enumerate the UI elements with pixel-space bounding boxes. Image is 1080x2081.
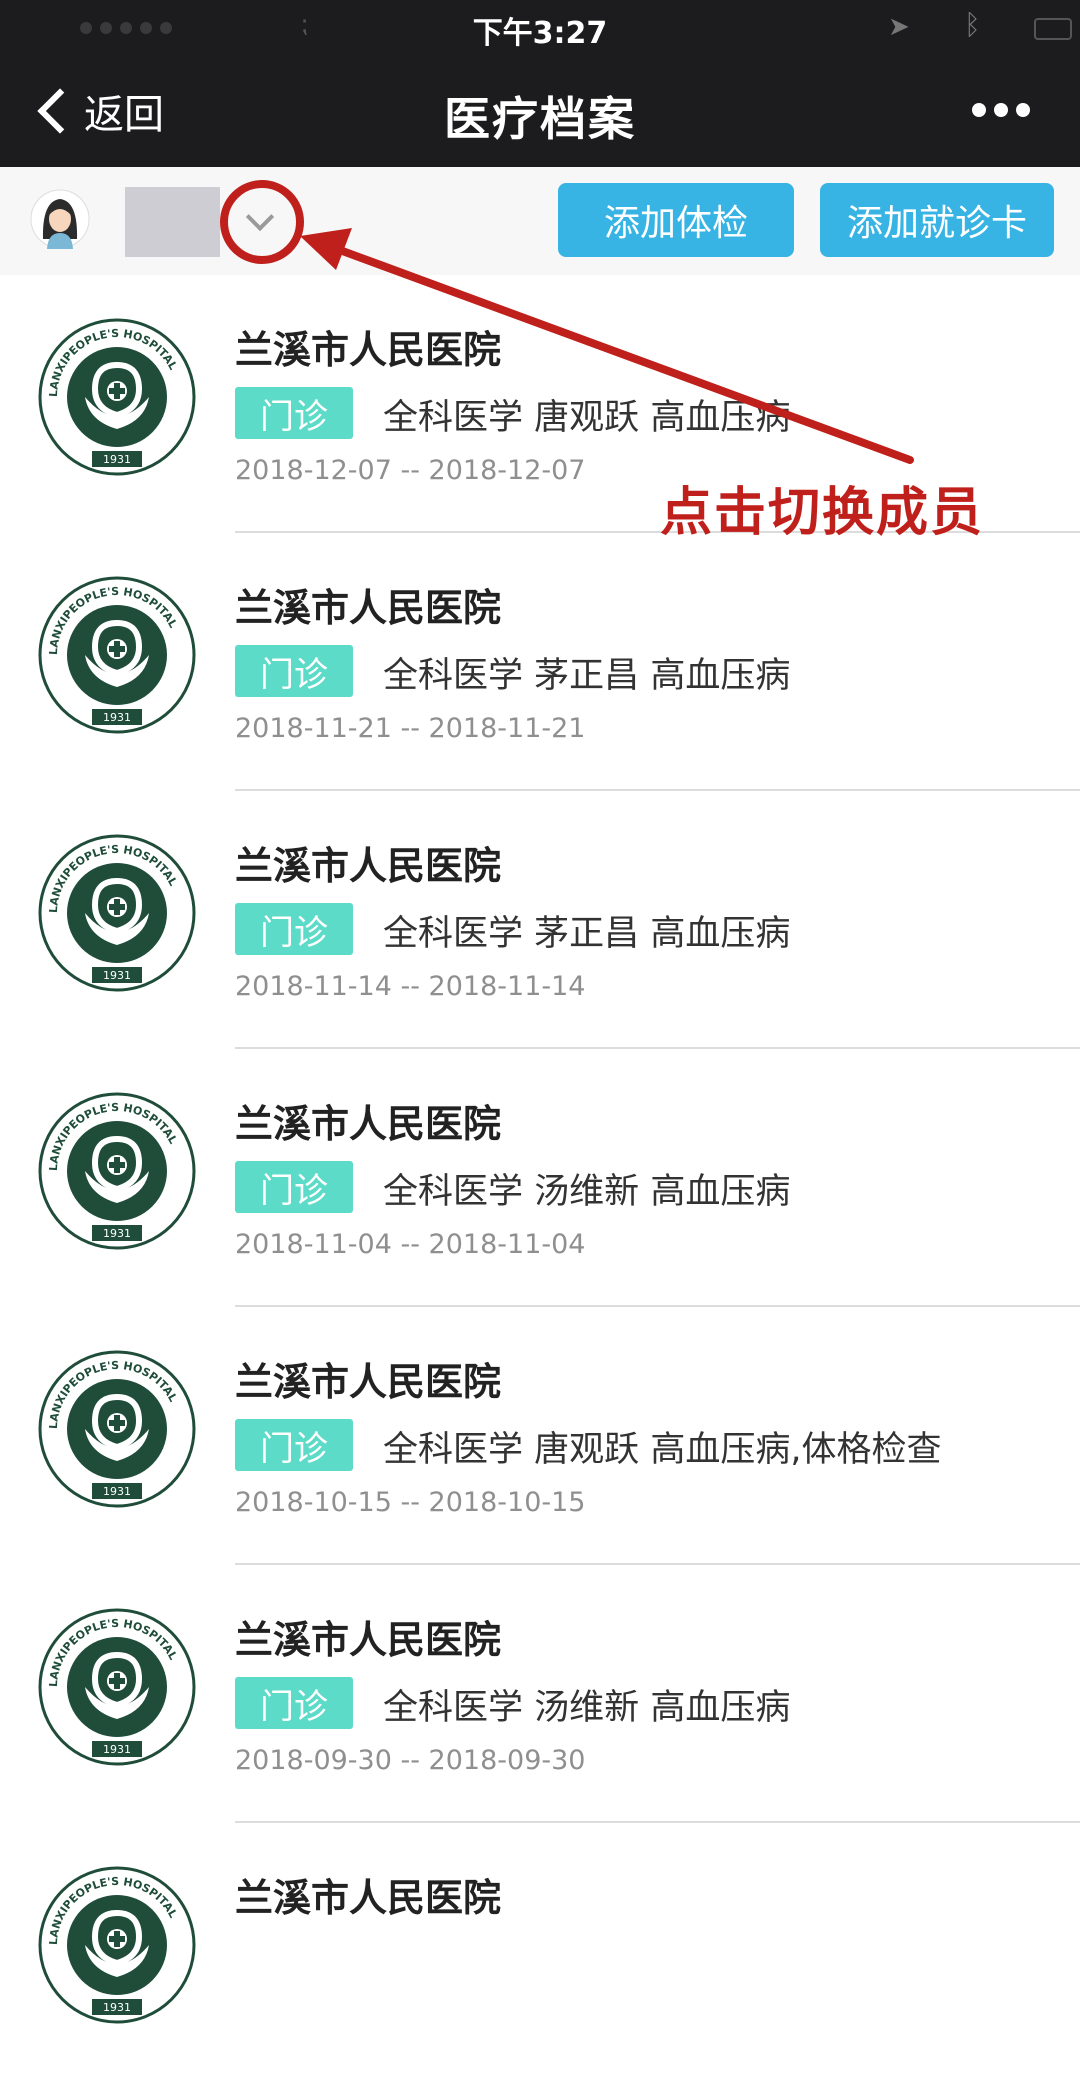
logo-year: 1931 — [103, 1227, 131, 1240]
list-item[interactable]: LANXIPEOPLE'S HOSPITAL 1931 兰溪市人民医院 门诊 全… — [0, 1049, 1080, 1307]
diagnosis: 高血压病 — [650, 1688, 791, 1728]
logo-year: 1931 — [103, 2001, 131, 2014]
member-dropdown-button[interactable] — [225, 187, 295, 257]
add-exam-button[interactable]: 添加体检 — [558, 183, 794, 257]
record-type-tag: 门诊 — [235, 1677, 353, 1729]
department: 全科医学 — [383, 1172, 524, 1212]
logo-year: 1931 — [103, 1743, 131, 1756]
chevron-down-icon — [245, 202, 275, 232]
logo-year: 1931 — [103, 969, 131, 982]
hospital-logo-icon: LANXIPEOPLE'S HOSPITAL 1931 — [37, 1607, 197, 1771]
logo-year: 1931 — [103, 453, 131, 466]
list-item[interactable]: LANXIPEOPLE'S HOSPITAL 1931 兰溪市人民医院 门诊 全… — [0, 1307, 1080, 1565]
record-info: 全科医学 茅正昌 高血压病 — [383, 905, 790, 956]
status-time: 下午3:27 — [472, 16, 608, 51]
record-type-tag: 门诊 — [235, 1419, 353, 1471]
record-type-tag: 门诊 — [235, 1161, 353, 1213]
avatar[interactable] — [30, 189, 90, 253]
record-date: 2018-12-07 -- 2018-12-07 — [235, 455, 586, 486]
record-date: 2018-11-21 -- 2018-11-21 — [235, 713, 586, 744]
hospital-name: 兰溪市人民医院 — [235, 1876, 502, 1920]
diagnosis: 高血压病 — [650, 1172, 791, 1212]
diagnosis: 高血压病 — [650, 398, 791, 438]
department: 全科医学 — [383, 1430, 524, 1470]
logo-year: 1931 — [103, 1485, 131, 1498]
record-info: 全科医学 茅正昌 高血压病 — [383, 647, 790, 698]
list-item[interactable]: LANXIPEOPLE'S HOSPITAL 1931 兰溪市人民医院 门诊 全… — [0, 1565, 1080, 1823]
record-type-tag: 门诊 — [235, 387, 353, 439]
record-info: 全科医学 唐观跃 高血压病 — [383, 389, 790, 440]
doctor: 茅正昌 — [534, 914, 640, 954]
diagnosis: 高血压病,体格检查 — [650, 1430, 942, 1470]
annotation-text: 点击切换成员 — [660, 483, 985, 543]
page-title: 医疗档案 — [444, 92, 636, 146]
bluetooth-icon: ᛒ — [964, 8, 981, 41]
navigation-bar: 返回 医疗档案 — [0, 55, 1080, 167]
record-date: 2018-11-04 -- 2018-11-04 — [235, 1229, 586, 1260]
member-selector-bar: 添加体检 添加就诊卡 — [0, 167, 1080, 277]
add-card-button[interactable]: 添加就诊卡 — [820, 183, 1054, 257]
status-bar: ⁏ 下午3:27 ➤ ᛒ — [0, 0, 1080, 55]
record-date: 2018-10-15 -- 2018-10-15 — [235, 1487, 586, 1518]
member-name-field[interactable] — [125, 187, 220, 257]
doctor: 汤维新 — [534, 1688, 640, 1728]
doctor: 唐观跃 — [534, 1430, 640, 1470]
doctor: 茅正昌 — [534, 656, 640, 696]
department: 全科医学 — [383, 398, 524, 438]
hospital-logo-icon: LANXIPEOPLE'S HOSPITAL 1931 — [37, 575, 197, 739]
location-icon: ➤ — [888, 12, 910, 42]
hospital-name: 兰溪市人民医院 — [235, 328, 502, 372]
record-info: 全科医学 汤维新 高血压病 — [383, 1163, 790, 1214]
logo-year: 1931 — [103, 711, 131, 724]
department: 全科医学 — [383, 914, 524, 954]
hospital-name: 兰溪市人民医院 — [235, 1102, 502, 1146]
diagnosis: 高血压病 — [650, 656, 791, 696]
hospital-name: 兰溪市人民医院 — [235, 1360, 502, 1404]
diagnosis: 高血压病 — [650, 914, 791, 954]
hospital-logo-icon: LANXIPEOPLE'S HOSPITAL 1931 — [37, 1091, 197, 1255]
doctor: 汤维新 — [534, 1172, 640, 1212]
record-info: 全科医学 唐观跃 高血压病,体格检查 — [383, 1421, 941, 1472]
more-options-button[interactable] — [972, 103, 1030, 117]
record-date: 2018-11-14 -- 2018-11-14 — [235, 971, 586, 1002]
department: 全科医学 — [383, 656, 524, 696]
hospital-name: 兰溪市人民医院 — [235, 586, 502, 630]
hospital-name: 兰溪市人民医院 — [235, 844, 502, 888]
record-info: 全科医学 汤维新 高血压病 — [383, 1679, 790, 1730]
doctor: 唐观跃 — [534, 398, 640, 438]
hospital-logo-icon: LANXIPEOPLE'S HOSPITAL 1931 — [37, 1349, 197, 1513]
record-list: LANXIPEOPLE'S HOSPITAL 1931 兰溪市人民医院 门诊 全… — [0, 275, 1080, 2081]
list-item[interactable]: LANXIPEOPLE'S HOSPITAL 1931 兰溪市人民医院 — [0, 1823, 1080, 2081]
hospital-name: 兰溪市人民医院 — [235, 1618, 502, 1662]
record-type-tag: 门诊 — [235, 903, 353, 955]
hospital-logo-icon: LANXIPEOPLE'S HOSPITAL 1931 — [37, 1865, 197, 2029]
record-date: 2018-09-30 -- 2018-09-30 — [235, 1745, 586, 1776]
list-item[interactable]: LANXIPEOPLE'S HOSPITAL 1931 兰溪市人民医院 门诊 全… — [0, 533, 1080, 791]
record-type-tag: 门诊 — [235, 645, 353, 697]
list-item[interactable]: LANXIPEOPLE'S HOSPITAL 1931 兰溪市人民医院 门诊 全… — [0, 791, 1080, 1049]
hospital-logo-icon: LANXIPEOPLE'S HOSPITAL 1931 — [37, 317, 197, 481]
hospital-logo-icon: LANXIPEOPLE'S HOSPITAL 1931 — [37, 833, 197, 997]
department: 全科医学 — [383, 1688, 524, 1728]
battery-icon — [1034, 18, 1072, 40]
